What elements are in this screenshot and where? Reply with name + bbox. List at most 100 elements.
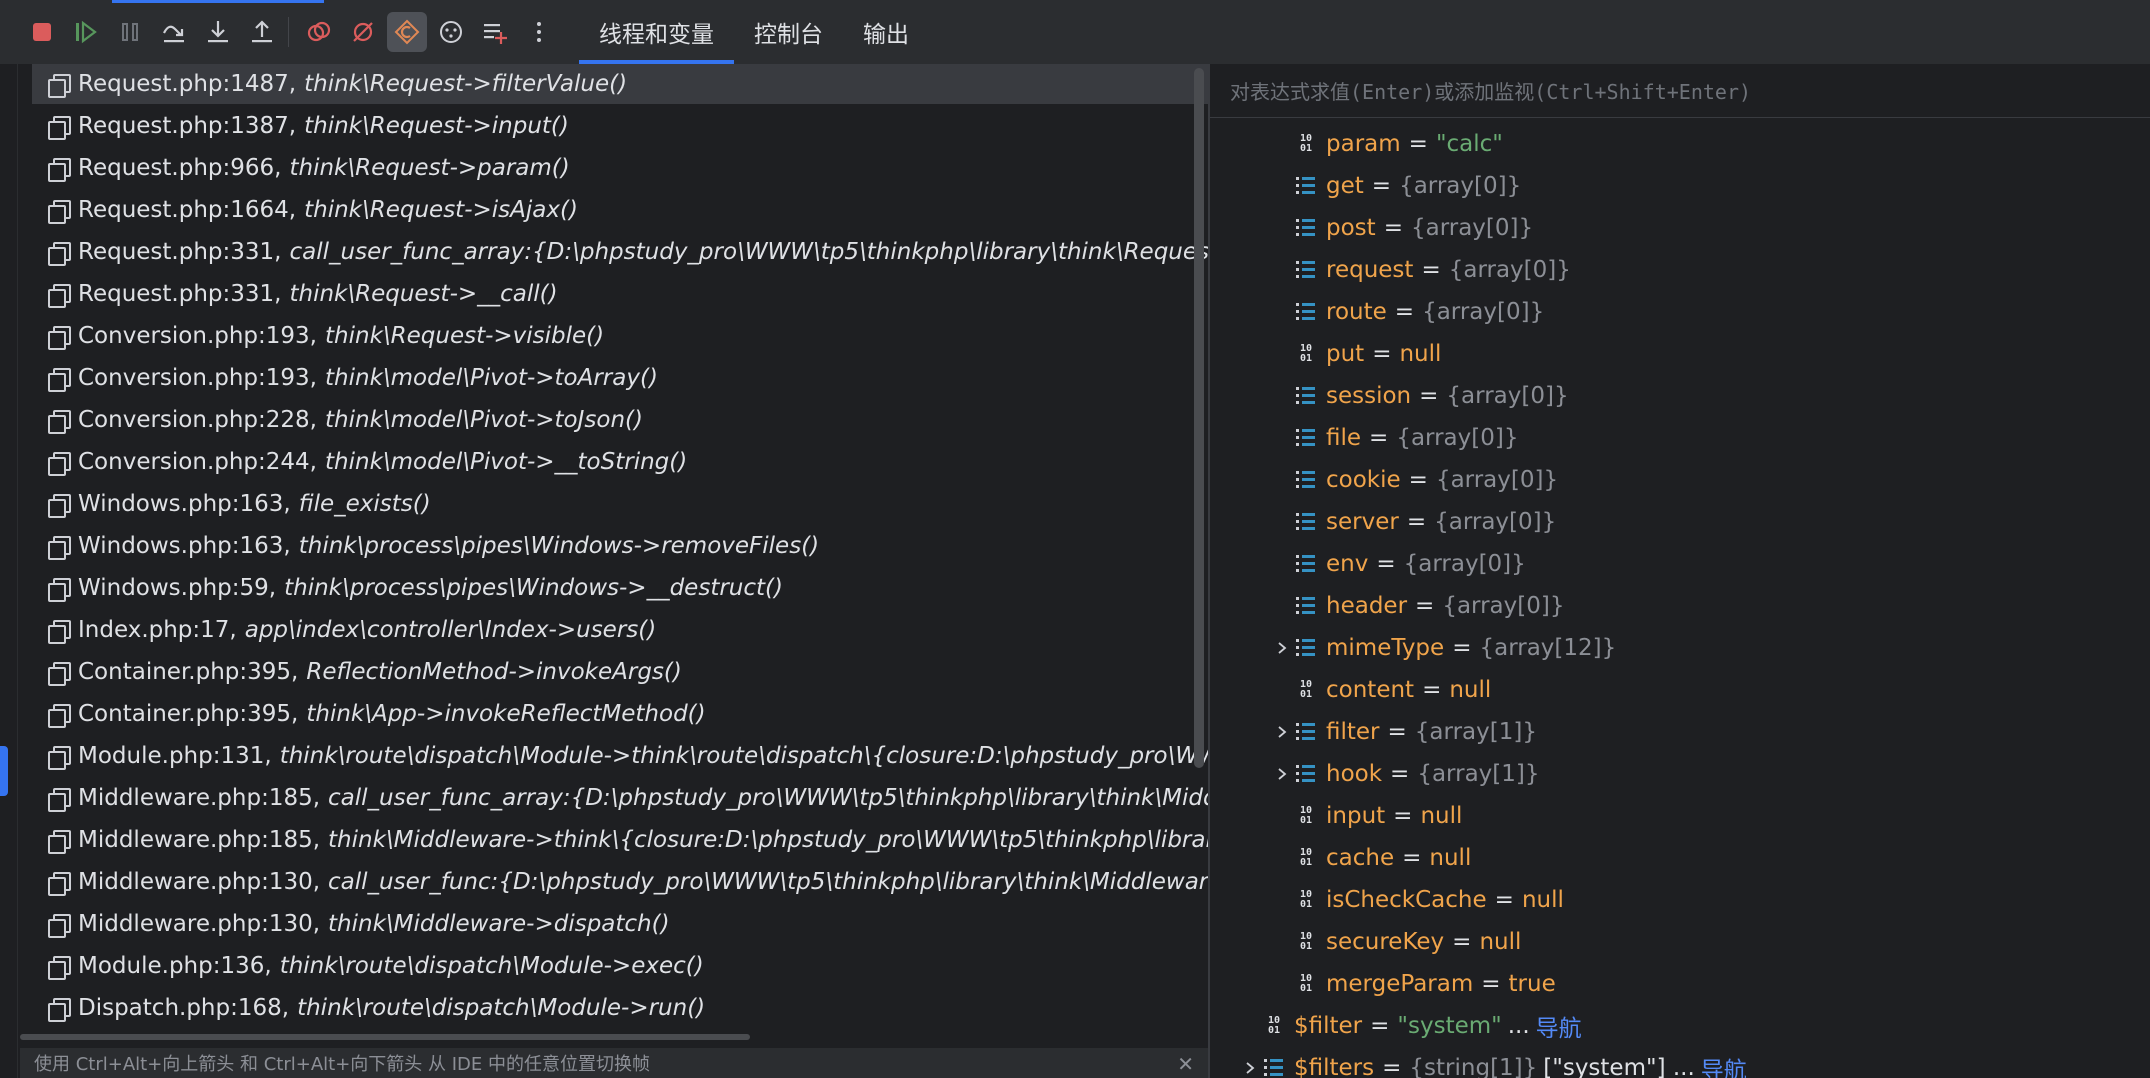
navigate-link[interactable]: 导航 <box>1701 1051 1747 1078</box>
variable-row[interactable]: route = {array[0]} <box>1270 292 1544 332</box>
frames-horizontal-scrollbar[interactable] <box>20 1034 750 1040</box>
variable-name: mimeType <box>1326 635 1445 661</box>
stack-frame-row[interactable]: Request.php:966, think\Request->param() <box>32 148 1208 188</box>
frame-method: think\route\dispatch\Module->exec() <box>279 953 704 979</box>
variable-row[interactable]: 10 01 secureKey = null <box>1270 922 1521 962</box>
stack-frame-row[interactable]: Windows.php:59, think\process\pipes\Windo… <box>32 568 1208 608</box>
chevron-right-icon[interactable] <box>1270 720 1294 744</box>
variable-name: mergeParam <box>1326 971 1474 997</box>
variable-row[interactable]: mimeType = {array[12]} <box>1270 628 1616 668</box>
stack-frame-row[interactable]: Middleware.php:185, think\Middleware->thi… <box>32 820 1208 860</box>
get-thread-dump-icon[interactable] <box>387 12 427 52</box>
frame-method: think\Request->input() <box>304 113 569 139</box>
stack-frame-row[interactable]: Request.php:331, think\Request->__call() <box>32 274 1208 314</box>
tab-console[interactable]: 控制台 <box>734 0 843 64</box>
frames-panel: Request.php:1487, think\Request->filterVa… <box>20 64 1208 1078</box>
frame-method: file_exists() <box>298 491 431 517</box>
chevron-right-icon[interactable] <box>1238 1056 1262 1078</box>
stack-frame-row[interactable]: Windows.php:163, think\process\pipes\Wind… <box>32 526 1208 566</box>
active-tab-indicator <box>112 0 324 3</box>
frame-method: call_user_func:{D:\phpstudy_pro\WWW\tp5\… <box>328 869 1208 895</box>
equals-sign: = <box>1370 1013 1390 1039</box>
variable-row[interactable]: filter = {array[1]} <box>1270 712 1537 752</box>
variable-row[interactable]: 10 01 input = null <box>1270 796 1462 836</box>
variable-row[interactable]: 10 01 cache = null <box>1270 838 1471 878</box>
stack-frame-row[interactable]: Middleware.php:130, think\Middleware->dis… <box>32 904 1208 944</box>
chevron-right-icon[interactable] <box>1270 762 1294 786</box>
chevron-right-icon[interactable] <box>1270 636 1294 660</box>
frame-method: think\Middleware->dispatch() <box>328 911 670 937</box>
variable-row[interactable]: header = {array[0]} <box>1270 586 1564 626</box>
equals-sign: = <box>1369 425 1389 451</box>
variable-row[interactable]: 10 01 param = "calc" <box>1270 124 1503 164</box>
variable-value: true <box>1508 971 1556 997</box>
stop-icon[interactable] <box>22 12 62 52</box>
tab-threads-variables[interactable]: 线程和变量 <box>579 0 734 64</box>
equals-sign: = <box>1406 509 1427 535</box>
variable-row[interactable]: 10 01 $filter = "system"... 导航 <box>1238 1006 1582 1046</box>
variable-name: isCheckCache <box>1326 887 1487 913</box>
variable-row[interactable]: server = {array[0]} <box>1270 502 1556 542</box>
variable-value: "calc" <box>1435 131 1503 157</box>
evaluate-icon[interactable] <box>431 12 471 52</box>
mute-breakpoints-icon[interactable] <box>343 12 383 52</box>
evaluate-expression-input[interactable]: 对表达式求值(Enter)或添加监视(Ctrl+Shift+Enter) <box>1210 64 2150 118</box>
tab-output[interactable]: 输出 <box>843 0 929 64</box>
stack-frame-row[interactable]: Container.php:395, think\App->invokeRefle… <box>32 694 1208 734</box>
navigate-link[interactable]: 导航 <box>1536 1009 1582 1043</box>
variable-row[interactable]: request = {array[0]} <box>1270 250 1571 290</box>
frame-method: think\model\Pivot->toJson() <box>325 407 643 433</box>
close-icon[interactable]: ✕ <box>1177 1052 1194 1076</box>
stack-frame-row[interactable]: Dispatch.php:168, think\route\dispatch\Mo… <box>32 988 1208 1028</box>
variable-row[interactable]: 10 01 isCheckCache = null <box>1270 880 1564 920</box>
stack-frame-row[interactable]: Conversion.php:193, think\model\Pivot->to… <box>32 358 1208 398</box>
add-watch-icon[interactable] <box>475 12 515 52</box>
frame-method: think\Middleware->think\{closure:D:\phps… <box>328 827 1208 853</box>
variable-row[interactable]: post = {array[0]} <box>1270 208 1533 248</box>
variable-row[interactable]: session = {array[0]} <box>1270 376 1569 416</box>
stack-frame-row[interactable]: Request.php:1664, think\Request->isAjax() <box>32 190 1208 230</box>
frame-method: ReflectionMethod->invokeArgs() <box>306 659 682 685</box>
stack-frame-row[interactable]: Conversion.php:193, think\Request->visibl… <box>32 316 1208 356</box>
frame-method: think\route\dispatch\Module->run() <box>297 995 706 1021</box>
stack-frame-row[interactable]: Conversion.php:244, think\model\Pivot->__… <box>32 442 1208 482</box>
variable-value: "system" <box>1397 1013 1502 1039</box>
frame-method: think\App->invokeReflectMethod() <box>306 701 706 727</box>
variable-row[interactable]: env = {array[0]} <box>1270 544 1526 584</box>
frames-vertical-scrollbar[interactable] <box>1194 68 1204 768</box>
frame-location: Request.php:966, <box>78 155 282 181</box>
stack-frame-row[interactable]: Middleware.php:130, call_user_func:{D:\ph… <box>32 862 1208 902</box>
stack-frame-row[interactable]: Request.php:1387, think\Request->input() <box>32 106 1208 146</box>
variable-row[interactable]: file = {array[0]} <box>1270 418 1518 458</box>
pause-icon[interactable] <box>110 12 150 52</box>
variable-row[interactable]: 10 01 content = null <box>1270 670 1491 710</box>
view-breakpoints-icon[interactable] <box>299 12 339 52</box>
more-icon[interactable] <box>519 12 559 52</box>
resume-icon[interactable] <box>66 12 106 52</box>
frame-icon <box>48 830 71 854</box>
stack-frame-row[interactable]: Index.php:17, app\index\controller\Index-… <box>32 610 1208 650</box>
frame-location: Index.php:17, <box>78 617 237 643</box>
step-into-icon[interactable] <box>198 12 238 52</box>
stack-frame-row[interactable]: Module.php:136, think\route\dispatch\Modu… <box>32 946 1208 986</box>
step-over-icon[interactable] <box>154 12 194 52</box>
stack-frame-row[interactable]: Request.php:1487, think\Request->filterVa… <box>32 64 1208 104</box>
frame-icon <box>48 620 71 644</box>
stack-frame-row[interactable]: Request.php:331, call_user_func_array:{D:… <box>32 232 1208 272</box>
variable-row[interactable]: get = {array[0]} <box>1270 166 1521 206</box>
variable-row[interactable]: 10 01 mergeParam = true <box>1270 964 1556 1004</box>
variable-row[interactable]: hook = {array[1]} <box>1270 754 1539 794</box>
frame-icon <box>48 158 71 182</box>
variable-row[interactable]: $filters = {string[1]} ["system"] ... 导航 <box>1238 1048 1747 1078</box>
stack-frame-row[interactable]: Windows.php:163, file_exists() <box>32 484 1208 524</box>
stack-frame-row[interactable]: Module.php:131, think\route\dispatch\Modu… <box>32 736 1208 776</box>
stack-frame-row[interactable]: Middleware.php:185, call_user_func_array:… <box>32 778 1208 818</box>
variable-row[interactable]: cookie = {array[0]} <box>1270 460 1558 500</box>
stack-frame-row[interactable]: Container.php:395, ReflectionMethod->invo… <box>32 652 1208 692</box>
variable-name: hook <box>1326 761 1383 787</box>
variable-row[interactable]: 10 01 put = null <box>1270 334 1441 374</box>
step-out-icon[interactable] <box>242 12 282 52</box>
stack-frame-row[interactable]: Conversion.php:228, think\model\Pivot->to… <box>32 400 1208 440</box>
